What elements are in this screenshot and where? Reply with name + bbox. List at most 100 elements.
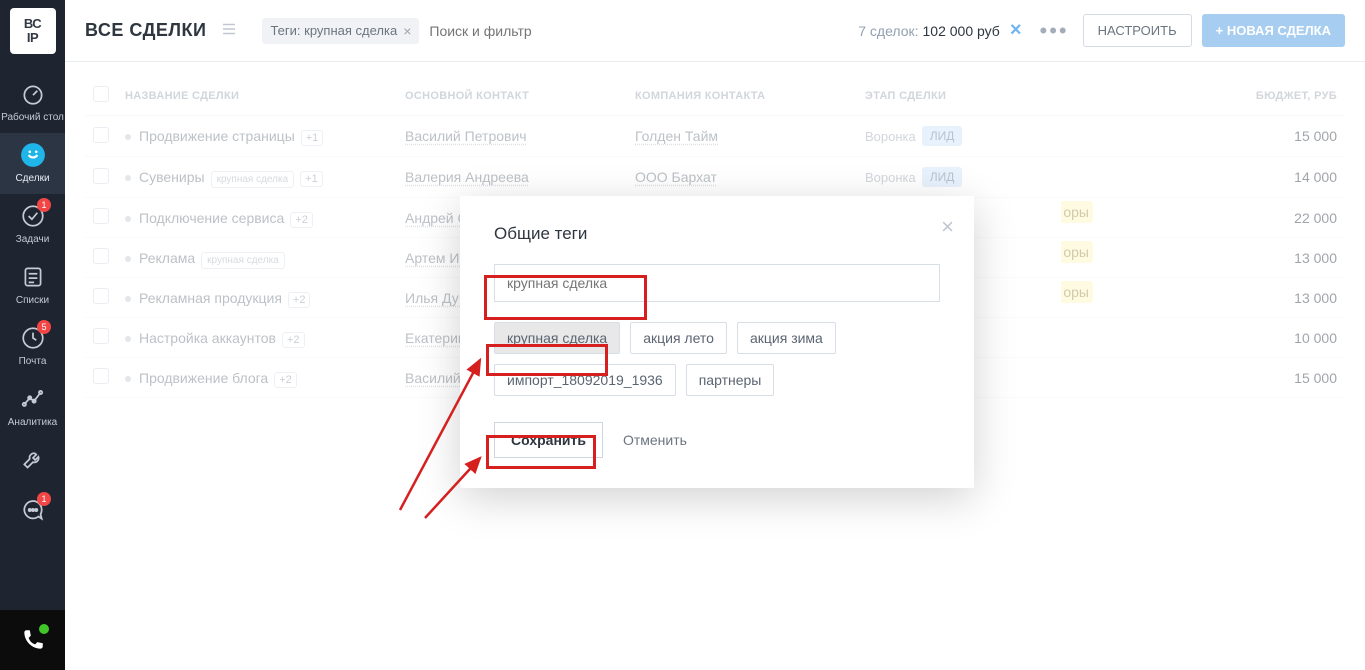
tag-option[interactable]: импорт_18092019_1936 <box>494 364 676 396</box>
deal-tag: крупная сделка <box>201 252 285 269</box>
menu-icon[interactable] <box>220 20 238 41</box>
cancel-button[interactable]: Отменить <box>623 432 687 448</box>
contact-link[interactable]: Василий Петрович <box>405 128 527 144</box>
budget-value: 22 000 <box>1087 198 1345 238</box>
plus-badge[interactable]: +2 <box>290 212 313 228</box>
stage-badge: ЛИД <box>922 167 963 187</box>
wrench-icon <box>19 446 47 474</box>
bullet-icon <box>125 175 131 181</box>
nav-deals[interactable]: Сделки <box>0 133 65 194</box>
list-icon <box>19 263 47 291</box>
deals-icon <box>19 141 47 169</box>
phone-button[interactable] <box>0 610 65 670</box>
topbar: ВСЕ СДЕЛКИ Теги: крупная сделка × 7 сдел… <box>65 0 1365 62</box>
plus-badge[interactable]: +2 <box>282 332 305 348</box>
badge: 5 <box>37 320 51 334</box>
budget-value: 10 000 <box>1087 318 1345 358</box>
col-company[interactable]: КОМПАНИЯ КОНТАКТА <box>627 76 857 116</box>
bullet-icon <box>125 134 131 140</box>
stage-badge: ЛИД <box>922 126 963 146</box>
nav-mail[interactable]: 5 Почта <box>0 316 65 377</box>
tag-input[interactable] <box>494 264 940 302</box>
col-contact[interactable]: ОСНОВНОЙ КОНТАКТ <box>397 76 627 116</box>
company-link[interactable]: Голден Тайм <box>635 128 718 144</box>
deal-name: Настройка аккаунтов <box>139 330 276 346</box>
row-checkbox[interactable] <box>93 248 109 264</box>
nav-settings[interactable] <box>0 438 65 488</box>
nav-analytics[interactable]: Аналитика <box>0 377 65 438</box>
row-checkbox[interactable] <box>93 127 109 143</box>
chip-label: Теги: крупная сделка <box>270 23 397 38</box>
nav-tasks[interactable]: 1 Задачи <box>0 194 65 255</box>
tag-option[interactable]: акция зима <box>737 322 836 354</box>
table-row[interactable]: Продвижение страницы+1 Василий Петрович … <box>85 116 1345 157</box>
nav-dashboard[interactable]: Рабочий стол <box>0 72 65 133</box>
col-budget[interactable]: БЮДЖЕТ, РУБ <box>1087 76 1345 116</box>
more-icon[interactable]: ••• <box>1040 18 1069 44</box>
budget-value: 15 000 <box>1087 116 1345 157</box>
checkbox-all[interactable] <box>93 86 109 102</box>
funnel-label: Воронка <box>865 170 916 185</box>
tag-options: крупная сделка акция лето акция зима импорт… <box>494 322 940 396</box>
bullet-icon <box>125 296 131 302</box>
deal-name: Продвижение страницы <box>139 128 295 144</box>
bullet-icon <box>125 336 131 342</box>
plus-badge[interactable]: +1 <box>300 171 323 187</box>
gauge-icon <box>19 80 47 108</box>
filter-chip[interactable]: Теги: крупная сделка × <box>262 18 419 44</box>
nav-label: Рабочий стол <box>1 112 64 123</box>
row-checkbox[interactable] <box>93 288 109 304</box>
tag-option[interactable]: партнеры <box>686 364 775 396</box>
nav-label: Аналитика <box>8 417 58 428</box>
tag-option[interactable]: акция лето <box>630 322 727 354</box>
nav-label: Списки <box>16 295 49 306</box>
deal-name: Сувениры <box>139 169 205 185</box>
tags-modal: × Общие теги крупная сделка акция лето акц… <box>460 196 974 488</box>
configure-button[interactable]: НАСТРОИТЬ <box>1083 14 1192 47</box>
budget-value: 13 000 <box>1087 278 1345 318</box>
badge: 1 <box>37 198 51 212</box>
chip-remove-icon[interactable]: × <box>403 23 411 39</box>
budget-value: 13 000 <box>1087 238 1345 278</box>
tag-option[interactable]: крупная сделка <box>494 322 620 354</box>
table-row[interactable]: Сувениры крупная сделка +1 Валерия Андреев… <box>85 157 1345 198</box>
nav-label: Сделки <box>15 173 49 184</box>
nav-label: Задачи <box>16 234 50 245</box>
analytics-icon <box>19 385 47 413</box>
plus-badge[interactable]: +2 <box>274 372 297 388</box>
row-checkbox[interactable] <box>93 328 109 344</box>
funnel-label: Воронка <box>865 129 916 144</box>
plus-badge[interactable]: +2 <box>288 292 311 308</box>
stage-badge: оры <box>1061 201 1093 223</box>
bullet-icon <box>125 256 131 262</box>
search-input[interactable] <box>429 23 629 39</box>
row-checkbox[interactable] <box>93 168 109 184</box>
row-checkbox[interactable] <box>93 208 109 224</box>
status-dot-icon <box>39 624 49 634</box>
plus-badge[interactable]: +1 <box>301 130 324 146</box>
budget-value: 14 000 <box>1087 157 1345 198</box>
deals-count-label: 7 сделок: <box>858 23 918 39</box>
logo[interactable]: ВСIP <box>10 8 56 54</box>
save-button[interactable]: Сохранить <box>494 422 603 458</box>
stage-badge: оры <box>1061 281 1093 303</box>
modal-title: Общие теги <box>494 224 940 244</box>
col-stage[interactable]: ЭТАП СДЕЛКИ <box>857 76 1087 116</box>
nav-lists[interactable]: Списки <box>0 255 65 316</box>
nav-chat[interactable]: 1 <box>0 488 65 538</box>
col-name[interactable]: НАЗВАНИЕ СДЕЛКИ <box>117 76 397 116</box>
modal-close-icon[interactable]: × <box>941 214 954 240</box>
deal-name: Реклама <box>139 250 195 266</box>
nav-label: Почта <box>19 356 47 367</box>
stage-badge: оры <box>1061 241 1093 263</box>
sidebar: ВСIP Рабочий стол Сделки 1 Задачи Списки… <box>0 0 65 670</box>
page-title: ВСЕ СДЕЛКИ <box>85 20 206 41</box>
row-checkbox[interactable] <box>93 368 109 384</box>
badge: 1 <box>37 492 51 506</box>
deal-name: Продвижение блога <box>139 370 268 386</box>
clear-filter-icon[interactable]: × <box>1010 19 1022 42</box>
deal-tag: крупная сделка <box>211 171 295 188</box>
new-deal-button[interactable]: + НОВАЯ СДЕЛКА <box>1202 14 1345 47</box>
company-link[interactable]: ООО Бархат <box>635 169 717 185</box>
contact-link[interactable]: Валерия Андреева <box>405 169 529 185</box>
